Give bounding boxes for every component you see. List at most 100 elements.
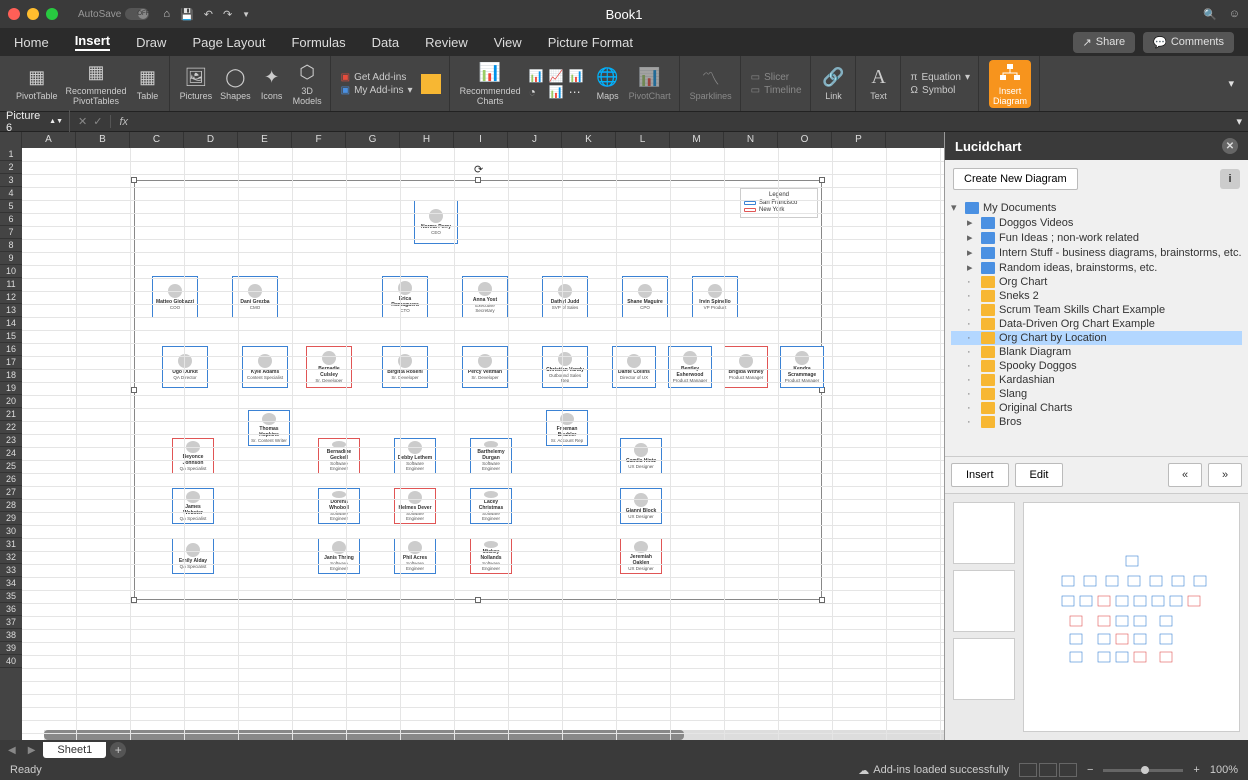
tab-data[interactable]: Data xyxy=(372,35,399,50)
column-header[interactable]: M xyxy=(670,132,724,148)
undo-icon[interactable]: ↶ xyxy=(204,8,213,21)
select-all-corner[interactable] xyxy=(0,132,22,148)
row-header[interactable]: 33 xyxy=(0,564,22,577)
maps-button[interactable]: 🌐Maps xyxy=(595,67,621,101)
row-header[interactable]: 31 xyxy=(0,538,22,551)
row-header[interactable]: 13 xyxy=(0,304,22,317)
pivotchart-button[interactable]: 📊PivotChart xyxy=(629,67,671,101)
collapse-ribbon-icon[interactable]: ▾ xyxy=(1228,77,1240,90)
row-header[interactable]: 35 xyxy=(0,590,22,603)
row-header[interactable]: 34 xyxy=(0,577,22,590)
tree-item[interactable]: ·Original Charts xyxy=(951,401,1242,415)
zoom-in-button[interactable]: + xyxy=(1193,764,1199,776)
row-header[interactable]: 39 xyxy=(0,642,22,655)
timeline-button[interactable]: ▭Timeline xyxy=(751,85,802,96)
horizontal-scrollbar[interactable] xyxy=(44,730,944,740)
tree-item[interactable]: ·Kardashian xyxy=(951,373,1242,387)
table-button[interactable]: ▦Table xyxy=(135,67,161,101)
page-layout-view-button[interactable] xyxy=(1039,763,1057,777)
row-header[interactable]: 2 xyxy=(0,161,22,174)
row-header[interactable]: 28 xyxy=(0,499,22,512)
row-header[interactable]: 6 xyxy=(0,213,22,226)
column-header[interactable]: F xyxy=(292,132,346,148)
chart-type-icon[interactable]: 📊 xyxy=(569,69,587,83)
autosave-toggle[interactable]: AutoSave OFF xyxy=(78,8,149,20)
row-header[interactable]: 3 xyxy=(0,174,22,187)
chart-type-icon[interactable]: 📈 xyxy=(549,69,567,83)
row-header[interactable]: 18 xyxy=(0,369,22,382)
my-addins-button[interactable]: ▣My Add-ins ▾ xyxy=(341,85,413,96)
column-header[interactable]: B xyxy=(76,132,130,148)
sheet-tab[interactable]: Sheet1 xyxy=(43,742,106,758)
tab-draw[interactable]: Draw xyxy=(136,35,166,50)
resize-handle[interactable] xyxy=(131,177,137,183)
save-icon[interactable]: 💾 xyxy=(180,8,194,21)
tree-item[interactable]: ·Scrum Team Skills Chart Example xyxy=(951,303,1242,317)
sheet-nav-prev[interactable]: ◀ xyxy=(4,745,20,756)
recommended-charts-button[interactable]: 📊Recommended Charts xyxy=(460,62,521,106)
normal-view-button[interactable] xyxy=(1019,763,1037,777)
zoom-slider[interactable] xyxy=(1103,769,1183,772)
tree-item[interactable]: ·Slang xyxy=(951,387,1242,401)
comments-button[interactable]: 💬Comments xyxy=(1143,32,1234,53)
link-button[interactable]: 🔗Link xyxy=(821,67,847,101)
row-header[interactable]: 9 xyxy=(0,252,22,265)
enter-formula-icon[interactable]: ✓ xyxy=(93,115,102,128)
row-header[interactable]: 24 xyxy=(0,447,22,460)
tab-insert[interactable]: Insert xyxy=(75,33,110,51)
column-header[interactable]: G xyxy=(346,132,400,148)
row-header[interactable]: 21 xyxy=(0,408,22,421)
insert-diagram-button[interactable]: Insert Diagram xyxy=(989,60,1031,108)
tree-item[interactable]: ·Org Chart xyxy=(951,275,1242,289)
text-button[interactable]: AText xyxy=(866,67,892,101)
qat-dropdown-icon[interactable]: ▼ xyxy=(242,10,250,19)
tree-item[interactable]: ▸Intern Stuff - business diagrams, brain… xyxy=(951,245,1242,260)
preview-thumbnail[interactable] xyxy=(953,502,1015,564)
close-panel-button[interactable]: ✕ xyxy=(1222,138,1238,154)
tree-item[interactable]: ·Org Chart by Location xyxy=(951,331,1242,345)
tree-item[interactable]: ▸Doggos Videos xyxy=(951,215,1242,230)
pivottable-button[interactable]: ▦PivotTable xyxy=(16,67,58,101)
row-header[interactable]: 14 xyxy=(0,317,22,330)
shapes-button[interactable]: ◯Shapes xyxy=(220,67,251,101)
column-header[interactable]: C xyxy=(130,132,184,148)
row-header[interactable]: 37 xyxy=(0,616,22,629)
edit-button[interactable]: Edit xyxy=(1015,463,1064,487)
column-header[interactable]: N xyxy=(724,132,778,148)
next-page-button[interactable]: » xyxy=(1208,463,1242,487)
resize-handle[interactable] xyxy=(819,177,825,183)
redo-icon[interactable]: ↷ xyxy=(223,8,232,21)
share-button[interactable]: ↗Share xyxy=(1073,32,1136,53)
maximize-window-button[interactable] xyxy=(46,8,58,20)
resize-handle[interactable] xyxy=(475,177,481,183)
column-header[interactable]: O xyxy=(778,132,832,148)
name-box[interactable]: Picture 6▲▼ xyxy=(0,110,70,134)
row-header[interactable]: 23 xyxy=(0,434,22,447)
row-header[interactable]: 29 xyxy=(0,512,22,525)
icons-button[interactable]: ✦Icons xyxy=(259,67,285,101)
rotate-handle[interactable]: ⟳ xyxy=(474,163,484,173)
column-header[interactable]: I xyxy=(454,132,508,148)
row-header[interactable]: 8 xyxy=(0,239,22,252)
sheet-nav-next[interactable]: ▶ xyxy=(24,745,40,756)
row-header[interactable]: 15 xyxy=(0,330,22,343)
tab-picture-format[interactable]: Picture Format xyxy=(548,35,633,50)
tree-item[interactable]: ·Spooky Doggos xyxy=(951,359,1242,373)
row-header[interactable]: 38 xyxy=(0,629,22,642)
row-header[interactable]: 22 xyxy=(0,421,22,434)
chart-type-icon[interactable]: ⋯ xyxy=(569,85,587,99)
column-header[interactable]: P xyxy=(832,132,886,148)
equation-button[interactable]: πEquation ▾ xyxy=(911,72,970,83)
recommended-pivottables-button[interactable]: ▦Recommended PivotTables xyxy=(66,62,127,106)
row-header[interactable]: 20 xyxy=(0,395,22,408)
tab-formulas[interactable]: Formulas xyxy=(291,35,345,50)
row-header[interactable]: 12 xyxy=(0,291,22,304)
search-icon[interactable]: 🔍 xyxy=(1203,8,1217,21)
tree-item[interactable]: ·Bros xyxy=(951,415,1242,429)
row-header[interactable]: 19 xyxy=(0,382,22,395)
slicer-button[interactable]: ▭Slicer xyxy=(751,72,802,83)
preview-thumbnail[interactable] xyxy=(953,638,1015,700)
row-header[interactable]: 1 xyxy=(0,148,22,161)
chart-type-icon[interactable]: ◔ xyxy=(529,85,547,99)
zoom-out-button[interactable]: − xyxy=(1087,764,1093,776)
